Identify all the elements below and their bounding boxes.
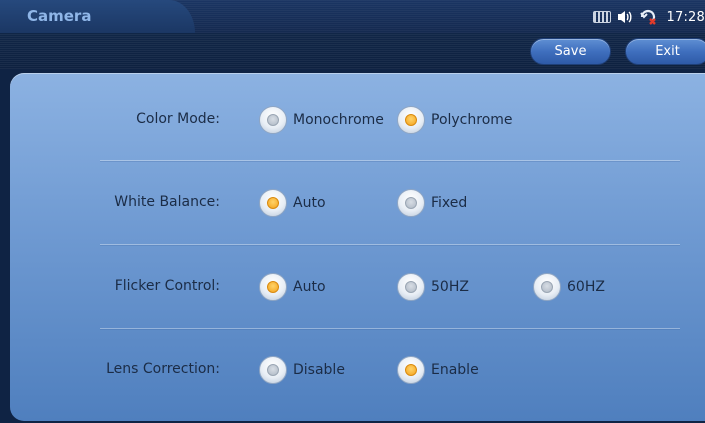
window-title: Camera <box>27 7 92 25</box>
option-label: Auto <box>293 279 326 295</box>
radio-icon[interactable] <box>397 273 425 301</box>
option-polychrome[interactable]: Polychrome <box>397 106 513 134</box>
radio-selected-icon[interactable] <box>259 189 287 217</box>
flicker-control-label: Flicker Control: <box>114 278 220 294</box>
save-button[interactable]: Save <box>530 38 611 65</box>
option-label: Fixed <box>431 195 468 211</box>
option-label: 50HZ <box>431 279 469 295</box>
radio-selected-icon[interactable] <box>397 106 425 134</box>
option-monochrome[interactable]: Monochrome <box>259 106 384 134</box>
color-mode-label: Color Mode: <box>136 111 220 127</box>
status-time: 17:28 <box>666 9 705 25</box>
network-disconnected-icon[interactable] <box>639 9 657 25</box>
option-label: 60HZ <box>567 279 605 295</box>
option-auto-wb[interactable]: Auto <box>259 189 326 217</box>
keyboard-icon[interactable] <box>592 11 611 23</box>
option-label: Polychrome <box>431 112 513 128</box>
radio-selected-icon[interactable] <box>397 356 425 384</box>
row-divider <box>100 328 680 329</box>
radio-icon[interactable] <box>533 273 561 301</box>
row-divider <box>100 244 680 245</box>
row-divider <box>100 160 680 161</box>
option-label: Enable <box>431 362 479 378</box>
title-bar: Camera 17:28 <box>0 0 705 33</box>
option-disable[interactable]: Disable <box>259 356 345 384</box>
white-balance-label: White Balance: <box>114 194 220 210</box>
radio-selected-icon[interactable] <box>259 273 287 301</box>
lens-correction-label: Lens Correction: <box>106 361 220 377</box>
title-tab: Camera <box>0 0 195 33</box>
status-area: 17:28 <box>592 8 705 26</box>
option-auto-flicker[interactable]: Auto <box>259 273 326 301</box>
option-label: Monochrome <box>293 112 384 128</box>
radio-icon[interactable] <box>259 356 287 384</box>
option-label: Disable <box>293 362 345 378</box>
radio-icon[interactable] <box>259 106 287 134</box>
option-50hz[interactable]: 50HZ <box>397 273 469 301</box>
option-60hz[interactable]: 60HZ <box>533 273 605 301</box>
radio-icon[interactable] <box>397 189 425 217</box>
option-fixed[interactable]: Fixed <box>397 189 467 217</box>
option-enable[interactable]: Enable <box>397 356 479 384</box>
volume-icon[interactable] <box>617 10 633 24</box>
option-label: Auto <box>293 195 326 211</box>
exit-button[interactable]: Exit <box>625 38 705 65</box>
